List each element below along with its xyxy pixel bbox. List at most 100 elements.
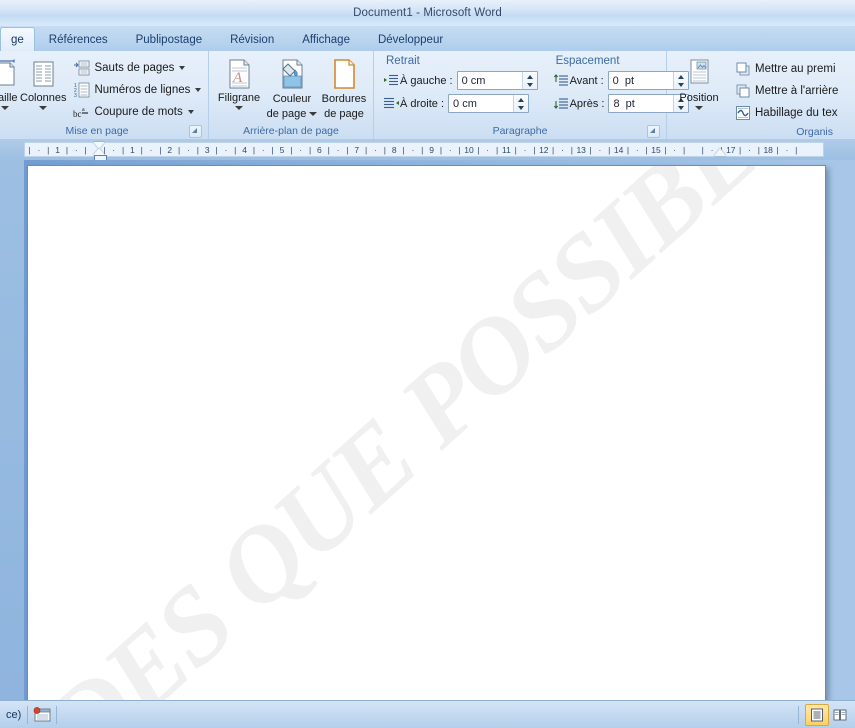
ruler-halftick: | [28,145,31,155]
tab-label: Développeur [377,33,444,46]
ruler-dot: · [486,145,490,155]
chevron-down-icon[interactable] [1,106,9,110]
chevron-down-icon[interactable] [39,106,48,110]
indent-left-stepper[interactable] [456,71,538,90]
indent-right-icon [384,97,400,111]
indent-left-input[interactable] [457,72,522,89]
ruler-halftick: | [178,145,181,155]
right-indent-marker[interactable] [714,148,726,156]
ruler-tick-2: 2 [167,145,173,155]
macro-record-button[interactable] [28,705,56,725]
page-breaks-button[interactable]: Sauts de pages [70,57,204,79]
language-status[interactable]: ce) [0,709,27,721]
svg-text:bc: bc [73,109,82,119]
ruler-halftick: | [290,145,293,155]
indent-right-spin-arrows[interactable] [513,95,529,113]
macro-record-icon [33,707,51,722]
page-size-icon [0,58,20,90]
mise-en-page-dialog-launcher[interactable] [189,125,202,138]
spin-up-icon[interactable] [514,95,528,104]
chevron-down-icon[interactable] [187,110,194,114]
chevron-down-icon[interactable] [195,88,202,92]
tab-mise-en-page[interactable]: ge [0,27,35,52]
ruler-halftick: | [626,145,630,155]
text-wrapping-icon [734,104,752,122]
spin-down-icon[interactable] [523,81,537,90]
document-page[interactable]: DES QUE POSSIBLE [27,165,826,700]
paragraphe-dialog-launcher[interactable] [647,125,660,138]
bring-to-front-button[interactable]: Mettre au premi [731,58,841,80]
ruler-halftick: | [327,145,330,155]
ribbon-group-organiser: Position Mettre au premi Mettre à l'arri… [667,51,847,139]
tab-revision[interactable]: Révision [216,28,288,51]
title-bar: Document1 - Microsoft Word [0,0,855,27]
chevron-down-icon[interactable] [309,111,318,116]
indent-right-stepper[interactable] [448,94,530,113]
ruler-halftick: | [495,145,499,155]
ruler-halftick: | [664,145,667,155]
ruler-halftick: | [159,145,162,155]
spacing-before-icon [553,74,570,88]
watermark-label: Filigrane [217,92,261,104]
ruler-halftick: | [84,145,87,155]
ruler-dot: · [635,145,639,155]
print-layout-view-icon [811,708,823,722]
full-screen-reading-view-button[interactable] [829,705,851,725]
columns-icon [28,58,58,90]
ruler-dot: · [411,145,415,155]
hyphenation-button[interactable]: bc a Coupure de mots [70,101,204,123]
indent-right-input[interactable] [449,95,514,112]
indent-left-label: À gauche : [400,74,453,87]
ruler-dot: · [187,145,190,155]
text-wrapping-button[interactable]: Habillage du tex [731,102,841,124]
spacing-before-input[interactable] [608,72,673,89]
ruler-halftick: | [514,145,517,155]
ruler-halftick: | [346,145,349,155]
line-numbers-label: Numéros de lignes [94,84,191,96]
ruler-dot: · [74,145,78,155]
tab-label: Publipostage [135,33,203,46]
watermark-button[interactable]: A Filigrane [213,56,265,110]
page-size-button[interactable]: Taille [0,56,20,110]
ruler-halftick: | [252,145,256,155]
document-workspace: DES QUE POSSIBLE [0,160,855,700]
ruler-halftick: | [140,145,143,155]
print-layout-view-button[interactable] [805,704,829,726]
page-borders-button[interactable]: Bordures de page [319,56,369,120]
chevron-down-icon[interactable] [179,66,186,70]
spin-up-icon[interactable] [523,72,537,81]
chevron-down-icon[interactable] [235,106,243,110]
columns-button[interactable]: Colonnes [20,56,66,110]
position-button[interactable]: Position [671,56,727,110]
page-color-button[interactable]: Couleur de page [265,56,319,120]
spin-down-icon[interactable] [514,104,528,113]
position-label: Position [679,92,719,104]
ruler-dot: · [448,145,452,155]
bring-to-front-label: Mettre au premi [755,63,836,75]
tab-label: Affichage [302,33,350,46]
ribbon-group-label-mise-en-page: Mise en page [0,123,204,139]
indent-left-spin-arrows[interactable] [521,72,537,90]
ruler-halftick: | [701,145,704,155]
send-to-back-button[interactable]: Mettre à l'arrière [731,80,841,102]
hanging-indent-marker[interactable] [93,148,105,155]
ruler-tick-10: 10 [464,145,474,155]
tab-developpeur[interactable]: Développeur [364,28,457,51]
text-wrapping-label: Habillage du tex [755,107,838,119]
ruler-halftick: | [308,145,312,155]
page-breaks-label: Sauts de pages [94,62,175,74]
page-color-icon [277,58,307,90]
ruler-halftick: | [645,145,648,155]
chevron-down-icon[interactable] [695,106,703,110]
horizontal-ruler[interactable]: 21·||·||1234567891011121314151718·||·||·… [24,142,824,157]
tab-publipostage[interactable]: Publipostage [122,28,217,51]
tab-references[interactable]: Références [35,28,122,51]
line-numbers-button[interactable]: 1 2 3 Numéros de lignes [70,79,204,101]
tab-affichage[interactable]: Affichage [288,28,364,51]
ribbon-group-label-paragraphe: Paragraphe [378,123,662,139]
ruler-dot: · [785,145,789,155]
ruler-halftick: | [552,145,555,155]
page-size-label: Taille [0,92,18,104]
ruler-zone: 21·||·||1234567891011121314151718·||·||·… [0,139,855,164]
spacing-after-input[interactable] [609,95,674,112]
